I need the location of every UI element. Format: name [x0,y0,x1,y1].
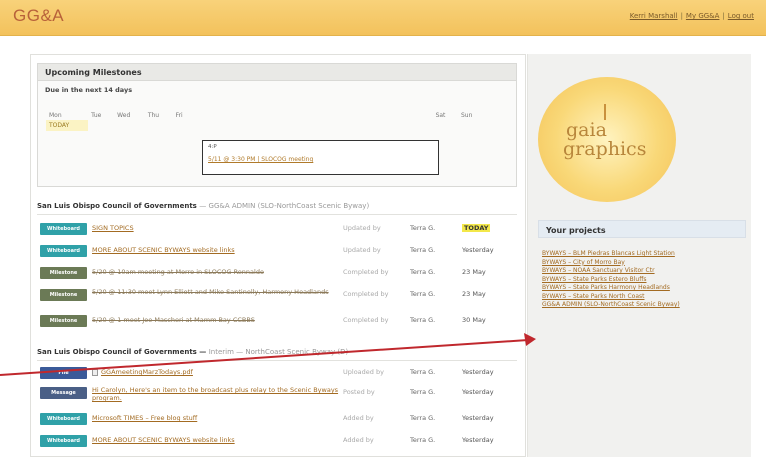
arrow-line [0,339,529,376]
page-root: GG&A Kerri Marshall | My GG&A | Log out … [0,0,766,457]
arrow-head-icon [524,333,536,346]
annotation-arrow [0,333,536,376]
